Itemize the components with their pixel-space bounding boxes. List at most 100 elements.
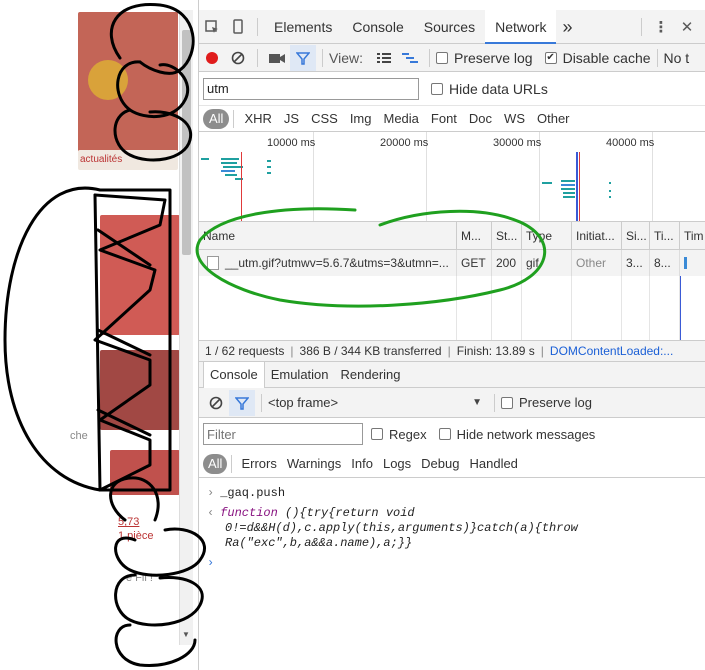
network-toolbar: View: Preserve log ✔ Disable cache No t: [199, 44, 705, 72]
col-filler: [457, 276, 492, 340]
inspect-element-icon[interactable]: [199, 14, 225, 40]
console-prompt-icon[interactable]: ›: [207, 556, 214, 570]
page-text-1: che: [70, 430, 88, 442]
more-tabs-icon[interactable]: »: [556, 10, 578, 44]
separator: [428, 48, 430, 67]
network-status-bar: 1 / 62 requests | 386 B / 344 KB transfe…: [199, 340, 705, 362]
scroll-down-icon[interactable]: ▼: [182, 630, 190, 639]
separator: [257, 48, 258, 67]
hide-data-urls-label: Hide data URLs: [449, 80, 548, 97]
page-scrollbar[interactable]: ▼: [179, 10, 193, 645]
device-mode-icon[interactable]: [225, 14, 251, 40]
console-output[interactable]: › _gaq.push ‹ function (){try{return void …: [199, 482, 705, 670]
console-filter-icon[interactable]: [229, 389, 255, 416]
col-type[interactable]: Type: [522, 222, 572, 250]
activity-bar: [561, 188, 575, 190]
type-media[interactable]: Media: [377, 109, 424, 129]
cell-name: __utm.gif?utmwv=5.6.7&utms=3&utmn=...: [199, 250, 457, 276]
resource-type-filter: All XHR JS CSS Img Media Font Doc WS Oth…: [199, 106, 705, 132]
col-name[interactable]: Name: [199, 222, 457, 250]
disable-cache-checkbox[interactable]: ✔: [544, 51, 557, 64]
col-status[interactable]: St...: [492, 222, 522, 250]
scroll-thumb[interactable]: [182, 30, 191, 255]
console-filter-bar: Regex Hide network messages: [199, 418, 705, 450]
col-filler: [680, 276, 705, 340]
level-info[interactable]: Info: [346, 454, 378, 474]
drawer-tab-console[interactable]: Console: [203, 361, 265, 388]
drawer-tab-rendering[interactable]: Rendering: [335, 362, 407, 388]
context-select-value: <top frame>: [268, 395, 339, 410]
col-initiator[interactable]: Initiat...: [572, 222, 622, 250]
level-handled[interactable]: Handled: [464, 454, 522, 474]
console-toolbar: <top frame> ▼ Preserve log: [199, 388, 705, 418]
hide-data-urls-checkbox[interactable]: [431, 82, 443, 95]
col-filler: [522, 276, 572, 340]
col-filler: [492, 276, 522, 340]
type-all[interactable]: All: [203, 108, 230, 129]
dcl-marker: [576, 152, 578, 221]
console-filter-input[interactable]: [203, 423, 363, 445]
load-marker-2: [579, 152, 580, 221]
record-icon[interactable]: [199, 45, 225, 71]
clear-console-icon[interactable]: [203, 390, 229, 416]
separator: [257, 17, 258, 36]
tab-network[interactable]: Network: [485, 9, 557, 44]
type-img[interactable]: Img: [344, 109, 378, 129]
view-label: View:: [329, 49, 363, 66]
status-separator: |: [447, 344, 451, 358]
activity-bar: [561, 184, 575, 186]
col-timeline[interactable]: Tim: [680, 222, 705, 250]
tick-label: 40000 ms: [606, 137, 655, 149]
menu-icon[interactable]: ⋮: [648, 14, 674, 40]
tab-console[interactable]: Console: [342, 10, 413, 44]
hide-network-checkbox[interactable]: [438, 428, 451, 440]
type-doc[interactable]: Doc: [463, 109, 498, 129]
level-all[interactable]: All: [203, 453, 228, 474]
level-warnings[interactable]: Warnings: [282, 454, 346, 474]
type-other[interactable]: Other: [531, 109, 576, 129]
preserve-log-checkbox[interactable]: [435, 51, 448, 64]
filter-icon[interactable]: [290, 44, 316, 71]
col-method[interactable]: M...: [457, 222, 492, 250]
tab-elements[interactable]: Elements: [264, 10, 342, 44]
col-size[interactable]: Si...: [622, 222, 650, 250]
console-preserve-log-label: Preserve log: [519, 395, 592, 410]
type-css[interactable]: CSS: [305, 109, 344, 129]
col-time[interactable]: Ti...: [650, 222, 680, 250]
level-debug[interactable]: Debug: [416, 454, 464, 474]
network-overview-timeline[interactable]: 10000 ms 20000 ms 30000 ms 40000 ms: [199, 132, 705, 222]
screenshot: actualités che 5,73 1 pièce e Fil ! ▼ El…: [0, 0, 705, 670]
page-price[interactable]: 5,73: [118, 516, 139, 528]
throttle-select[interactable]: No t: [664, 50, 690, 66]
regex-checkbox[interactable]: [371, 428, 383, 440]
table-row[interactable]: __utm.gif?utmwv=5.6.7&utms=3&utmn=... GE…: [199, 250, 705, 276]
tick-label: 20000 ms: [380, 137, 429, 149]
tick-label: 10000 ms: [267, 137, 316, 149]
page-nav-text: actualités: [80, 154, 123, 165]
col-filler: [199, 276, 457, 340]
level-errors[interactable]: Errors: [236, 454, 281, 474]
console-preserve-log-checkbox[interactable]: [501, 396, 513, 409]
type-js[interactable]: JS: [278, 109, 305, 129]
file-icon: [207, 256, 219, 270]
type-font[interactable]: Font: [425, 109, 463, 129]
large-rows-icon[interactable]: [371, 45, 397, 71]
waterfall-icon[interactable]: [397, 45, 423, 71]
drawer-tab-emulation[interactable]: Emulation: [265, 362, 335, 388]
type-xhr[interactable]: XHR: [238, 109, 277, 129]
clear-icon[interactable]: [225, 45, 251, 71]
activity-bar: [563, 196, 575, 198]
type-ws[interactable]: WS: [498, 109, 531, 129]
close-icon[interactable]: ✕: [674, 14, 700, 40]
page-piece: 1 pièce: [118, 530, 154, 542]
context-select[interactable]: <top frame> ▼: [268, 395, 488, 410]
regex-label: Regex: [389, 426, 427, 442]
network-filter-input[interactable]: [203, 77, 419, 100]
preserve-log-label: Preserve log: [453, 49, 533, 66]
drawer-tabbar: Console Emulation Rendering: [199, 361, 705, 388]
page-product-image: [100, 215, 180, 335]
screenshot-camera-icon[interactable]: [264, 45, 290, 71]
col-filler: [622, 276, 650, 340]
level-logs[interactable]: Logs: [378, 454, 416, 474]
tab-sources[interactable]: Sources: [414, 10, 485, 44]
